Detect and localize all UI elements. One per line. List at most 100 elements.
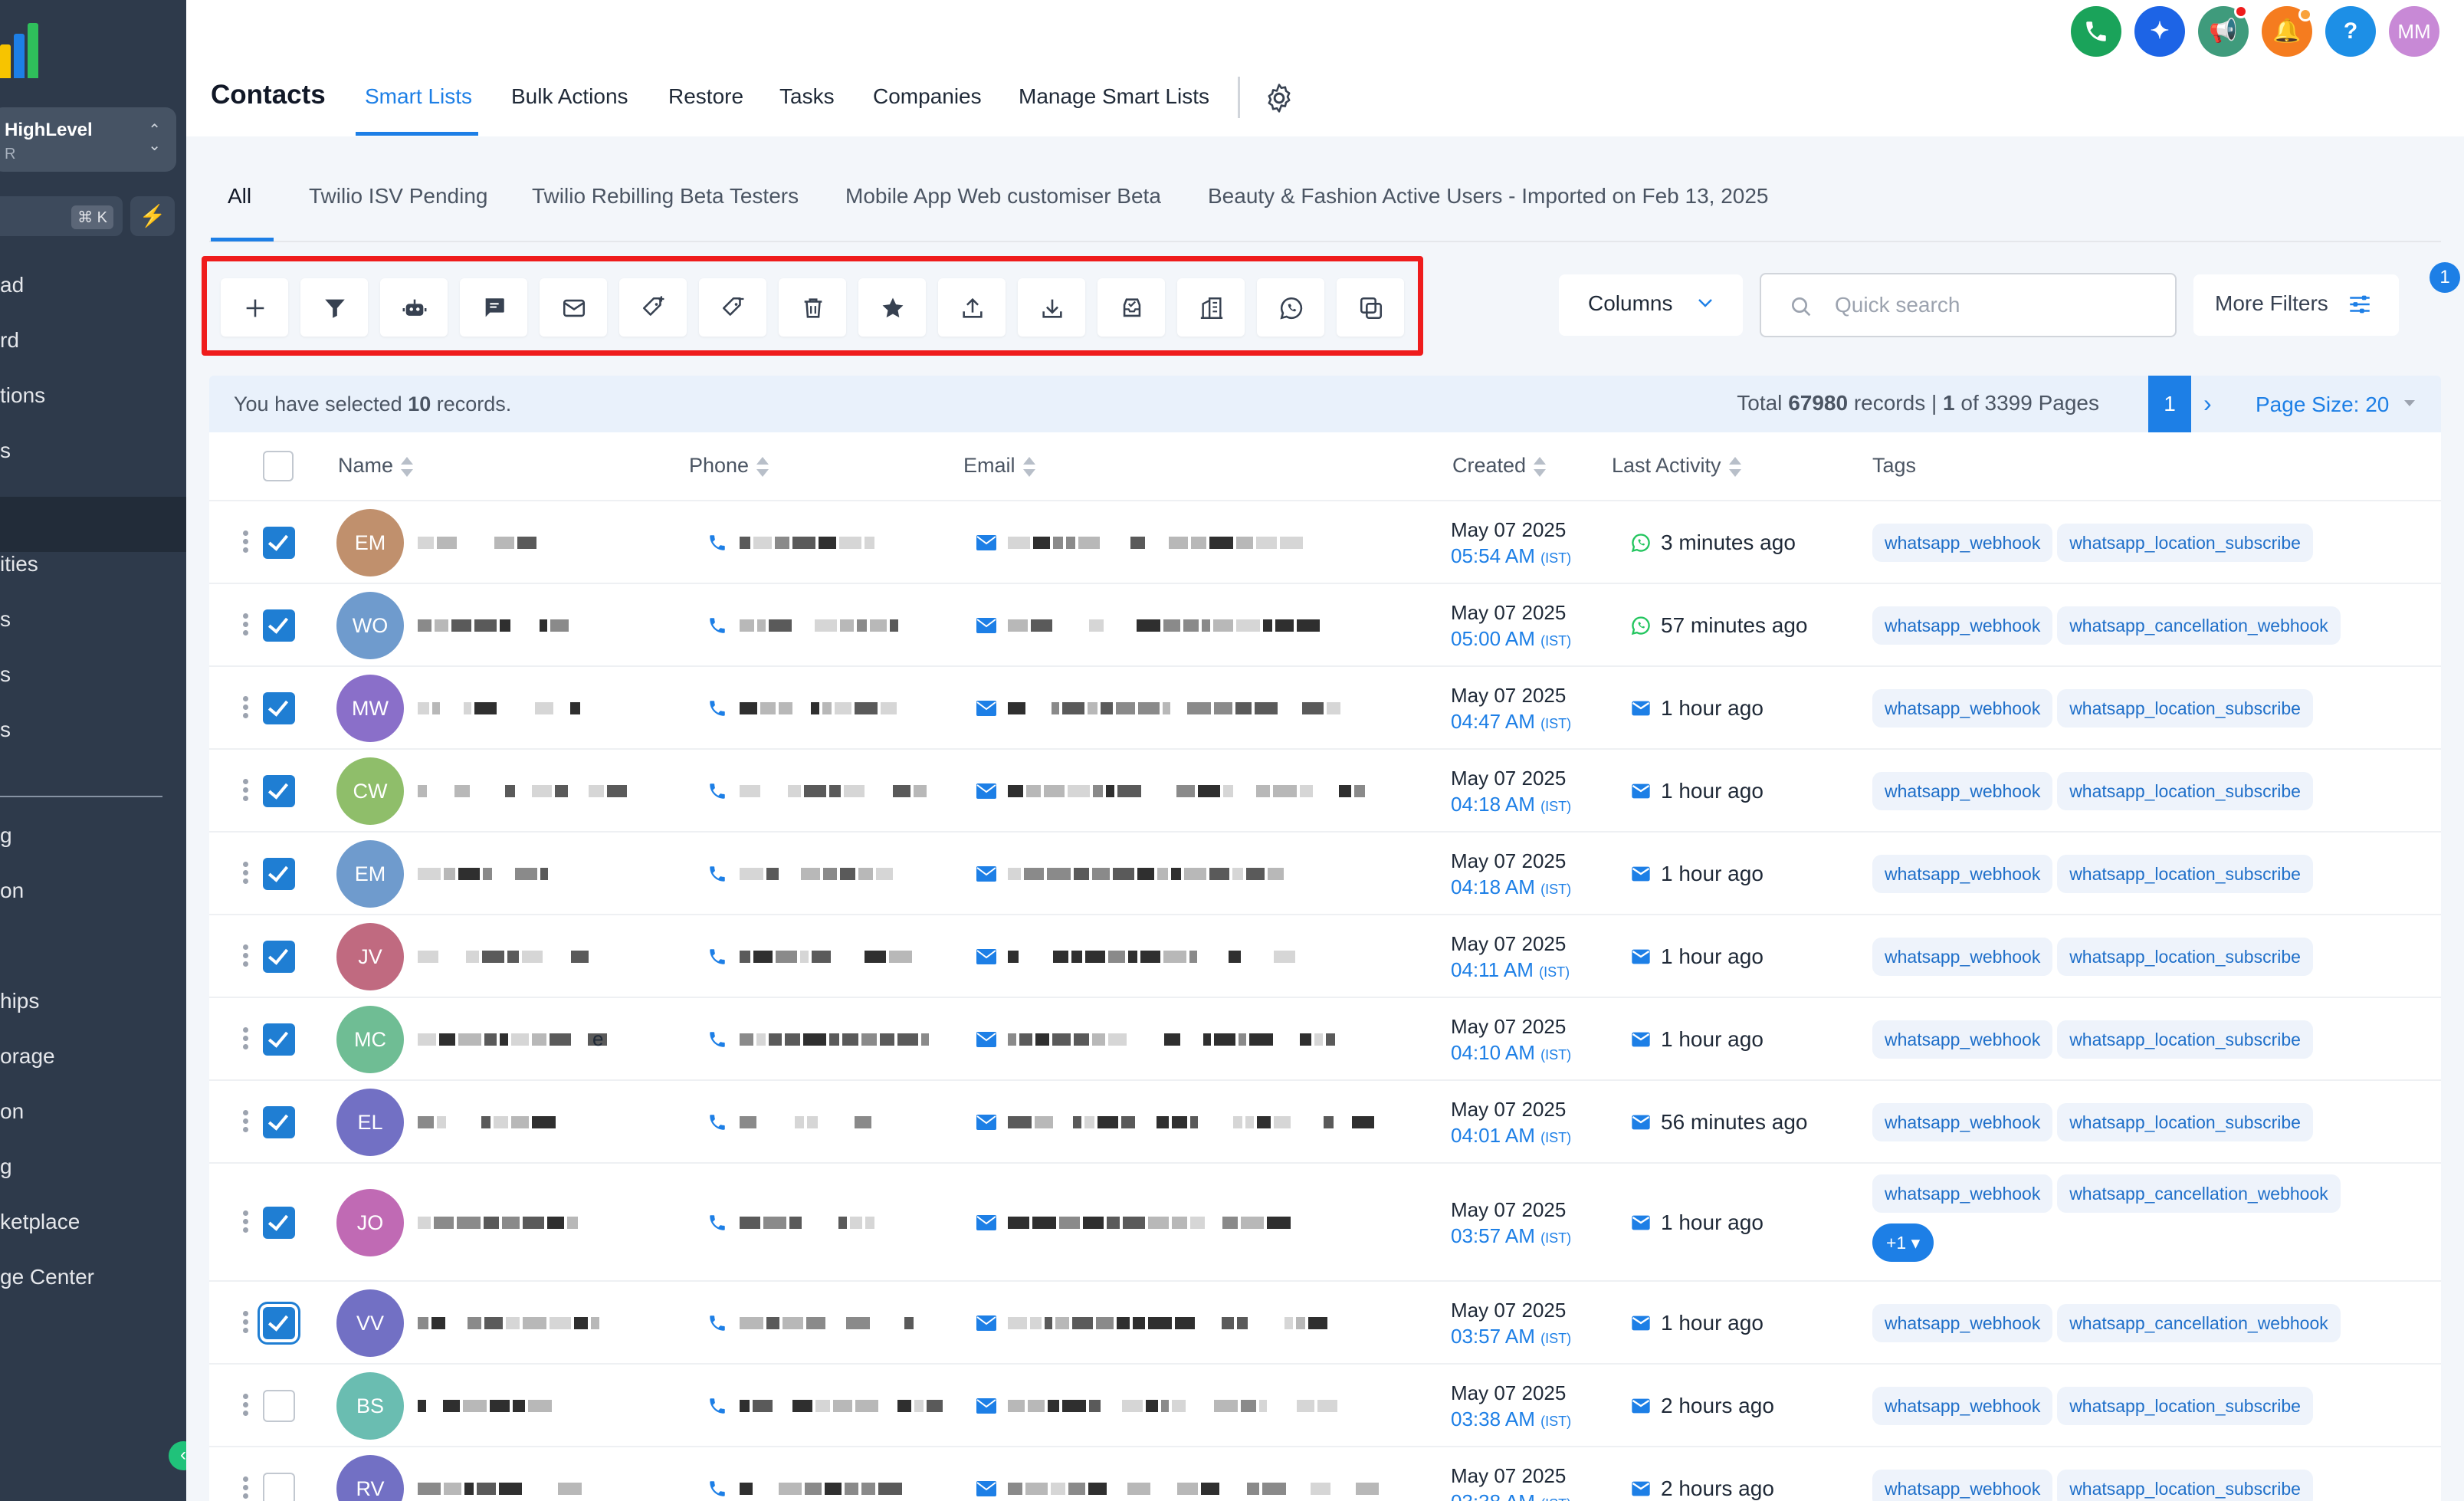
help-icon[interactable]: ? (2325, 6, 2376, 57)
mail-icon[interactable] (976, 700, 997, 717)
account-switcher[interactable]: HighLevel R ⌃ ⌄ (0, 107, 176, 172)
add-contact-button[interactable] (221, 278, 288, 337)
mail-icon[interactable] (976, 1031, 997, 1048)
sidebar-item[interactable]: g (0, 823, 12, 848)
phone-icon[interactable] (707, 533, 727, 553)
row-checkbox[interactable] (263, 609, 295, 642)
tag-chip[interactable]: whatsapp_location_subscribe (2057, 1470, 2313, 1501)
phone-icon[interactable] (707, 864, 727, 884)
smart-list-mobile-app[interactable]: Mobile App Web customiser Beta (845, 184, 1161, 209)
sort-icon[interactable] (756, 456, 769, 477)
phone-call-icon[interactable] (2071, 6, 2121, 57)
tag-chip[interactable]: whatsapp_webhook (1872, 689, 2053, 728)
send-documents-button[interactable] (1097, 278, 1165, 337)
sidebar-item[interactable]: ge Center (0, 1265, 94, 1289)
sort-icon[interactable] (1728, 456, 1741, 477)
sidebar-item[interactable]: s (0, 607, 11, 632)
drag-handle-icon[interactable] (243, 613, 249, 639)
sort-icon[interactable] (401, 456, 414, 477)
mail-icon[interactable] (976, 1315, 997, 1332)
sidebar-item[interactable]: g (0, 1154, 12, 1179)
merge-contacts-button[interactable] (1337, 278, 1404, 337)
tag-chip[interactable]: whatsapp_cancellation_webhook (2057, 1174, 2341, 1213)
row-checkbox[interactable] (263, 1307, 295, 1339)
drag-handle-icon[interactable] (243, 696, 249, 721)
sidebar-item[interactable]: hips (0, 989, 39, 1013)
phone-icon[interactable] (707, 947, 727, 967)
tag-chip[interactable]: whatsapp_location_subscribe (2057, 1387, 2313, 1425)
sidebar-item[interactable]: s (0, 718, 11, 742)
ai-sparkle-icon[interactable]: ✦ (2134, 6, 2185, 57)
row-checkbox[interactable] (263, 527, 295, 559)
sort-icon[interactable] (1534, 456, 1547, 477)
tag-chip[interactable]: whatsapp_webhook (1872, 606, 2053, 645)
row-checkbox[interactable] (263, 1207, 295, 1239)
mail-icon[interactable] (976, 1214, 997, 1231)
send-sms-button[interactable] (460, 278, 527, 337)
row-checkbox[interactable] (263, 1023, 295, 1056)
quick-action-bolt-icon[interactable]: ⚡ (130, 196, 175, 236)
tag-chip[interactable]: whatsapp_webhook (1872, 938, 2053, 976)
sidebar-search[interactable]: ⌘ K (0, 196, 123, 236)
row-checkbox[interactable] (263, 775, 295, 807)
caret-down-icon[interactable] (2401, 394, 2418, 411)
mail-icon[interactable] (976, 1114, 997, 1131)
row-checkbox[interactable] (263, 1106, 295, 1138)
sort-icon[interactable] (1022, 456, 1035, 477)
tag-chip[interactable]: whatsapp_location_subscribe (2057, 855, 2313, 893)
delete-contacts-button[interactable] (779, 278, 846, 337)
search-input[interactable] (1835, 285, 2157, 325)
smart-list-twilio-isv-pending[interactable]: Twilio ISV Pending (309, 184, 487, 209)
phone-icon[interactable] (707, 1479, 727, 1499)
sidebar-item[interactable]: s (0, 662, 11, 687)
drag-handle-icon[interactable] (243, 944, 249, 970)
sidebar-item[interactable]: tions (0, 383, 45, 408)
sidebar-item[interactable]: on (0, 1099, 24, 1124)
sidebar-item[interactable]: rd (0, 328, 19, 353)
user-avatar[interactable]: MM (2389, 6, 2439, 57)
phone-icon[interactable] (707, 1313, 727, 1333)
row-checkbox[interactable] (263, 941, 295, 973)
send-email-button[interactable] (540, 278, 607, 337)
import-contacts-button[interactable] (938, 278, 1006, 337)
add-to-automation-button[interactable] (380, 278, 448, 337)
drag-handle-icon[interactable] (243, 862, 249, 887)
drag-handle-icon[interactable] (243, 779, 249, 804)
smart-list-all[interactable]: All (228, 184, 251, 209)
filter-button[interactable] (300, 278, 368, 337)
tag-chip[interactable]: whatsapp_cancellation_webhook (2057, 1304, 2341, 1342)
mail-icon[interactable] (976, 948, 997, 965)
row-checkbox[interactable] (263, 1390, 295, 1422)
drag-handle-icon[interactable] (243, 1311, 249, 1336)
tag-chip[interactable]: whatsapp_location_subscribe (2057, 1103, 2313, 1141)
sidebar-item[interactable]: s (0, 438, 11, 463)
drag-handle-icon[interactable] (243, 1210, 249, 1236)
tab-bulk-actions[interactable]: Bulk Actions (511, 84, 628, 109)
sidebar-item[interactable]: on (0, 879, 24, 903)
more-tags-button[interactable]: +1 ▾ (1872, 1223, 1934, 1262)
phone-icon[interactable] (707, 616, 727, 636)
drag-handle-icon[interactable] (243, 530, 249, 556)
row-checkbox[interactable] (263, 1473, 295, 1501)
smart-list-beauty-fashion[interactable]: Beauty & Fashion Active Users - Imported… (1208, 184, 1769, 209)
page-1-button[interactable]: 1 (2148, 376, 2191, 432)
select-all-checkbox[interactable] (263, 451, 294, 481)
tag-chip[interactable]: whatsapp_webhook (1872, 1174, 2053, 1213)
tag-chip[interactable]: whatsapp_location_subscribe (2057, 1020, 2313, 1059)
sidebar-active-item[interactable] (0, 497, 186, 552)
drag-handle-icon[interactable] (243, 1476, 249, 1501)
collapse-sidebar-icon[interactable]: ‹ (169, 1441, 186, 1470)
column-header-phone[interactable]: Phone (689, 454, 769, 478)
tag-chip[interactable]: whatsapp_webhook (1872, 1304, 2053, 1342)
mail-icon[interactable] (976, 783, 997, 800)
sidebar-item[interactable]: ketplace (0, 1210, 80, 1234)
drag-handle-icon[interactable] (243, 1394, 249, 1419)
mail-icon[interactable] (976, 1398, 997, 1414)
gear-icon[interactable] (1262, 81, 1296, 115)
add-tag-button[interactable] (619, 278, 687, 337)
tab-smart-lists[interactable]: Smart Lists (365, 84, 472, 109)
tag-chip[interactable]: whatsapp_webhook (1872, 1103, 2053, 1141)
phone-icon[interactable] (707, 1030, 727, 1049)
app-logo[interactable] (0, 23, 46, 78)
tag-chip[interactable]: whatsapp_location_subscribe (2057, 689, 2313, 728)
